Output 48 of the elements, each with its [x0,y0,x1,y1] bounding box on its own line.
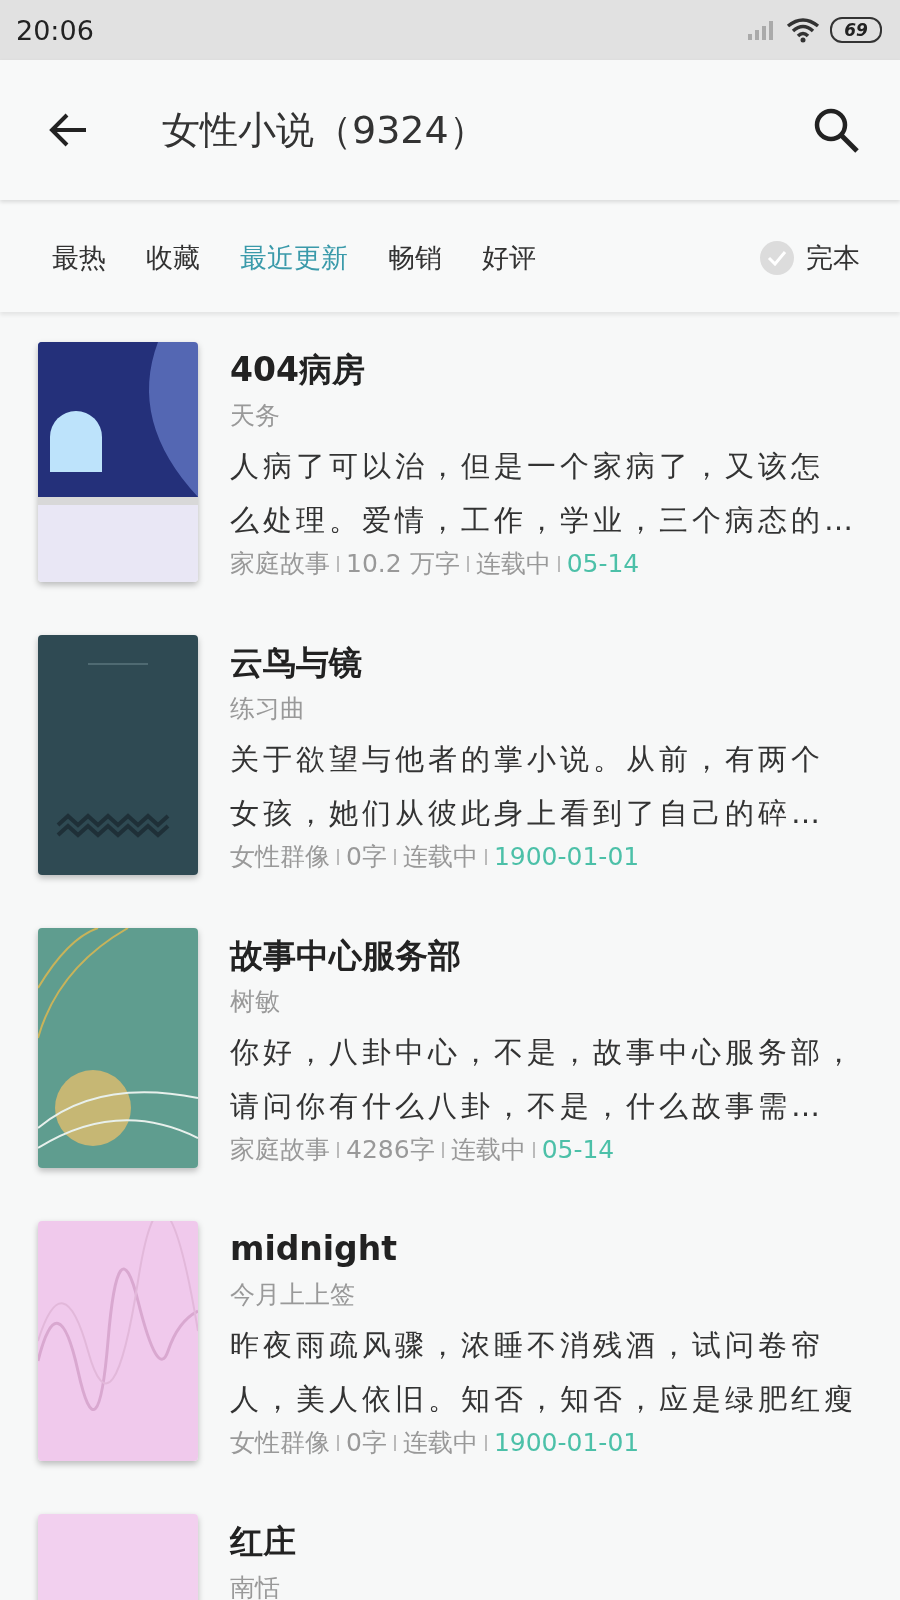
book-meta: 连载中 [402,841,478,873]
update-date: 05-14 [566,548,640,580]
page-title: 女性小说（9324） [162,106,488,154]
book-author: 南恬 [230,1572,281,1600]
book-meta: 连载中 [402,1427,478,1459]
filter-tab[interactable]: 收藏 [146,240,200,276]
book-title[interactable]: 404病房 [230,347,857,393]
update-date: 1900-01-01 [493,1427,640,1459]
book-description: 你好，八卦中心，不是，故事中心服务部， [230,1034,857,1071]
back-icon[interactable] [48,112,88,148]
book-title[interactable]: 故事中心服务部 [230,933,857,979]
update-date: 05-14 [541,1134,615,1166]
book-title[interactable]: midnight [230,1226,857,1272]
checkbox[interactable] [760,241,794,275]
book-title[interactable]: 云鸟与镜 [230,640,824,686]
book-meta: 女性群像 [230,1427,330,1459]
book-meta: 10.2 万字 [346,548,460,580]
wifi-icon [786,17,820,43]
book-description: 人，美人依旧。知否，知否，应是绿肥红瘦 [230,1381,857,1418]
filter-tab[interactable]: 好评 [482,240,536,276]
book-meta: 0字 [346,841,387,873]
book-meta: 女性群像 [230,841,330,873]
book-author: 练习曲 [230,693,306,725]
book-author: 天务 [230,400,281,432]
book-meta: 家庭故事 [230,548,330,580]
book-author: 树敏 [230,986,281,1018]
search-icon[interactable] [812,106,860,154]
book-author: 今月上上签 [230,1279,356,1311]
checkbox-label: 完本 [806,241,860,275]
signal-icon [746,19,776,41]
status-time: 20:06 [16,14,94,46]
check-icon [767,250,787,266]
book-description: 昨夜雨疏风骤，浓睡不消残酒，试问卷帘 [230,1327,825,1364]
filter-tab[interactable]: 最热 [52,240,106,276]
book-description: 关于欲望与他者的掌小说。从前，有两个 [230,741,824,778]
book-description: 请问你有什么八卦，不是，什么故事需… [230,1088,825,1125]
book-description: 女孩，她们从彼此身上看到了自己的碎… [230,795,824,832]
book-description: 人病了可以治，但是一个家病了，又该怎 [230,448,825,485]
update-date: 1900-01-01 [493,841,640,873]
book-meta: 家庭故事 [230,1134,330,1166]
battery-icon: 69 [830,17,882,43]
book-title[interactable]: 红庄 [230,1519,296,1565]
book-meta: 连载中 [475,548,551,580]
book-description: 么处理。爱情，工作，学业，三个病态的… [230,502,857,539]
book-meta: 连载中 [450,1134,526,1166]
book-meta: 4286字 [346,1134,435,1166]
book-meta: 0字 [346,1427,387,1459]
filter-tab[interactable]: 畅销 [388,240,442,276]
